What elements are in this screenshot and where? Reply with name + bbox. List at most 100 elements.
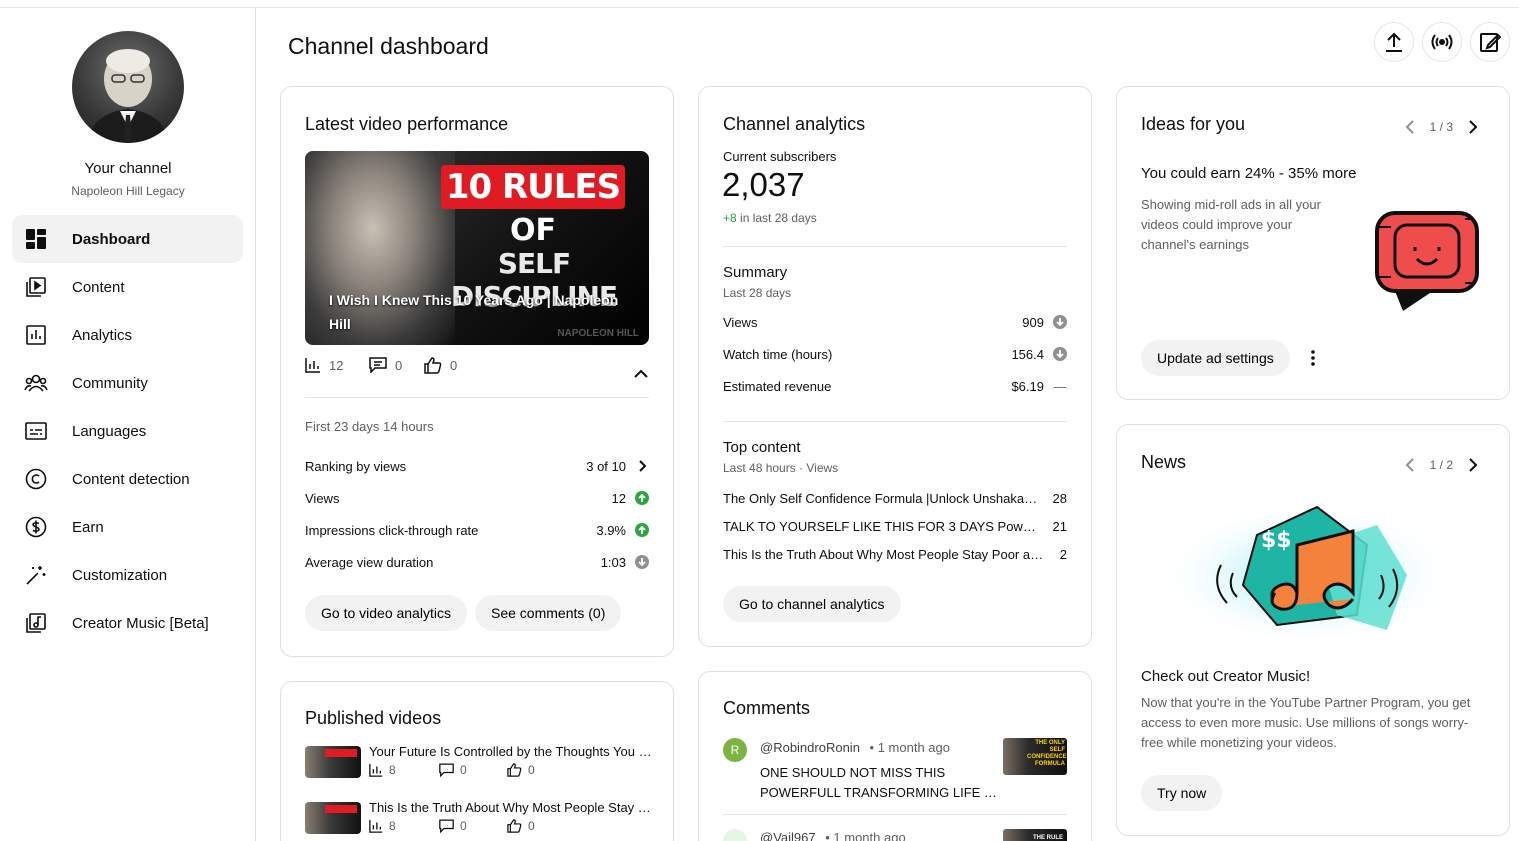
- channel-name[interactable]: Napoleon Hill Legacy: [0, 184, 256, 198]
- thumbnail-headline: 10 RULES: [441, 165, 625, 209]
- published-video-title[interactable]: This Is the Truth About Why Most People …: [369, 800, 669, 815]
- video-likes-stat: 0: [424, 357, 457, 374]
- subscribers-change-period: in last 28 days: [736, 211, 817, 225]
- community-icon: [24, 371, 48, 395]
- go-to-video-analytics-button[interactable]: Go to video analytics: [305, 595, 467, 631]
- chevron-right-icon: [1469, 458, 1478, 472]
- previous-button[interactable]: [1398, 453, 1422, 477]
- published-video-item[interactable]: This Is the Truth About Why Most People …: [305, 800, 651, 838]
- bar-chart-icon: [305, 358, 320, 373]
- sidebar-item-community[interactable]: Community: [12, 359, 243, 407]
- published-video-stats: 8 0 0: [369, 763, 535, 777]
- dollar-icon: [24, 515, 48, 539]
- comment-meta: @Vail967 • 1 month ago: [760, 830, 906, 841]
- top-content-row[interactable]: This Is the Truth About Why Most People …: [723, 544, 1067, 564]
- content-icon: [24, 275, 48, 299]
- page-title: Channel dashboard: [288, 33, 489, 59]
- row-label: Watch time (hours): [723, 346, 833, 362]
- upload-button[interactable]: [1374, 22, 1414, 62]
- video-comments-count: 0: [395, 357, 403, 373]
- likes-count: 0: [528, 819, 535, 833]
- likes-count: 0: [528, 763, 535, 777]
- subscribers-change: +8 in last 28 days: [723, 211, 817, 225]
- published-videos-card: Published videos Your Future Is Controll…: [280, 681, 674, 841]
- see-comments-button[interactable]: See comments (0): [475, 595, 622, 631]
- commenter-avatar[interactable]: R: [723, 738, 747, 762]
- published-video-item[interactable]: Your Future Is Controlled by the Thought…: [305, 744, 652, 782]
- more-vert-icon: [1311, 350, 1315, 366]
- sidebar-item-customization[interactable]: Customization: [12, 551, 243, 599]
- avd-row: Average view duration 1:03: [305, 552, 649, 572]
- previous-button[interactable]: [1398, 115, 1422, 139]
- sidebar-item-dashboard[interactable]: Dashboard: [12, 215, 243, 263]
- arrow-down-icon: [1053, 347, 1067, 361]
- row-label: Views: [723, 314, 758, 330]
- video-thumbnail[interactable]: 10 RULES OF SELF DISCIPLINE I Wish I Kne…: [305, 151, 649, 345]
- next-button[interactable]: [1461, 115, 1485, 139]
- sidebar-item-content[interactable]: Content: [12, 263, 243, 311]
- row-value: 909: [1022, 314, 1044, 330]
- next-button[interactable]: [1461, 453, 1485, 477]
- published-video-title[interactable]: Your Future Is Controlled by the Thought…: [369, 744, 669, 759]
- sidebar-item-languages[interactable]: Languages: [12, 407, 243, 455]
- divider: [305, 397, 649, 398]
- sidebar-item-creator-music[interactable]: Creator Music [Beta]: [12, 599, 243, 647]
- divider: [723, 421, 1067, 422]
- channel-analytics-card: Channel analytics Current subscribers 2,…: [698, 86, 1092, 647]
- top-content-row[interactable]: The Only Self Confidence Formula |Unlock…: [723, 488, 1067, 508]
- top-content-views: 2: [1059, 546, 1067, 562]
- sidebar-item-label: Analytics: [72, 326, 133, 344]
- top-content-views: 28: [1052, 490, 1067, 506]
- arrow-down-icon: [635, 555, 649, 569]
- comment-icon: [439, 763, 454, 777]
- channel-avatar[interactable]: [72, 31, 184, 143]
- dashboard-icon: [24, 227, 48, 251]
- summary-period: Last 28 days: [723, 286, 792, 300]
- comment-icon: [439, 819, 454, 833]
- row-value: 3.9%: [596, 522, 626, 538]
- collapse-button[interactable]: [631, 363, 651, 383]
- comment-video-thumbnail[interactable]: THE ONLY SELF CONFIDENCE FORMULA: [1003, 738, 1067, 775]
- ranking-row[interactable]: Ranking by views 3 of 10: [305, 456, 649, 476]
- sidebar-item-earn[interactable]: Earn: [12, 503, 243, 551]
- sidebar-item-analytics[interactable]: Analytics: [12, 311, 243, 359]
- go-to-channel-analytics-button[interactable]: Go to channel analytics: [723, 586, 901, 622]
- comment-thumbnail-text: THE RULE: [1033, 835, 1063, 841]
- more-options-button[interactable]: [1305, 346, 1321, 370]
- published-videos-title: Published videos: [305, 708, 442, 728]
- magic-wand-icon: [24, 563, 48, 587]
- top-content-title: Top content: [723, 439, 801, 456]
- music-library-icon: [24, 611, 48, 635]
- upload-icon: [1386, 32, 1402, 52]
- chevron-up-icon: [634, 369, 648, 378]
- create-post-button[interactable]: [1470, 22, 1510, 62]
- svg-text:$$: $$: [1261, 528, 1292, 553]
- try-now-button[interactable]: Try now: [1141, 775, 1223, 811]
- news-title: News: [1141, 452, 1187, 472]
- sidebar-item-content-detection[interactable]: Content detection: [12, 455, 243, 503]
- update-ad-settings-button[interactable]: Update ad settings: [1141, 340, 1290, 376]
- comment-author[interactable]: @Vail967: [760, 830, 816, 841]
- video-likes-count: 0: [450, 358, 458, 373]
- top-content-row[interactable]: TALK TO YOURSELF LIKE THIS FOR 3 DAYS Po…: [723, 516, 1067, 536]
- thumbnail-brand: NAPOLEON HILL: [557, 328, 639, 339]
- row-label: Average view duration: [305, 554, 434, 570]
- ideas-title: Ideas for you: [1141, 114, 1246, 134]
- row-label: Estimated revenue: [723, 378, 832, 394]
- sidebar-item-label: Customization: [72, 566, 168, 584]
- top-content-views: 21: [1052, 518, 1067, 534]
- commenter-avatar[interactable]: [723, 829, 747, 841]
- comment-time: • 1 month ago: [825, 830, 906, 841]
- summary-watch-time-row: Watch time (hours) 156.4: [723, 344, 1067, 364]
- top-content-video-title: TALK TO YOURSELF LIKE THIS FOR 3 DAYS Po…: [723, 518, 1053, 534]
- sidebar-item-label: Languages: [72, 422, 147, 440]
- comment-author[interactable]: @RobindroRonin: [760, 740, 860, 755]
- top-bar-edge: [0, 0, 1519, 8]
- comment-time: • 1 month ago: [869, 740, 950, 755]
- thumbnail-of: OF: [510, 213, 556, 248]
- comment-video-thumbnail[interactable]: THE RULE: [1003, 829, 1067, 841]
- create-post-icon: [1480, 33, 1501, 52]
- go-live-button[interactable]: [1422, 22, 1462, 62]
- latest-video-title: Latest video performance: [305, 114, 509, 134]
- chevron-right-icon: [639, 460, 647, 472]
